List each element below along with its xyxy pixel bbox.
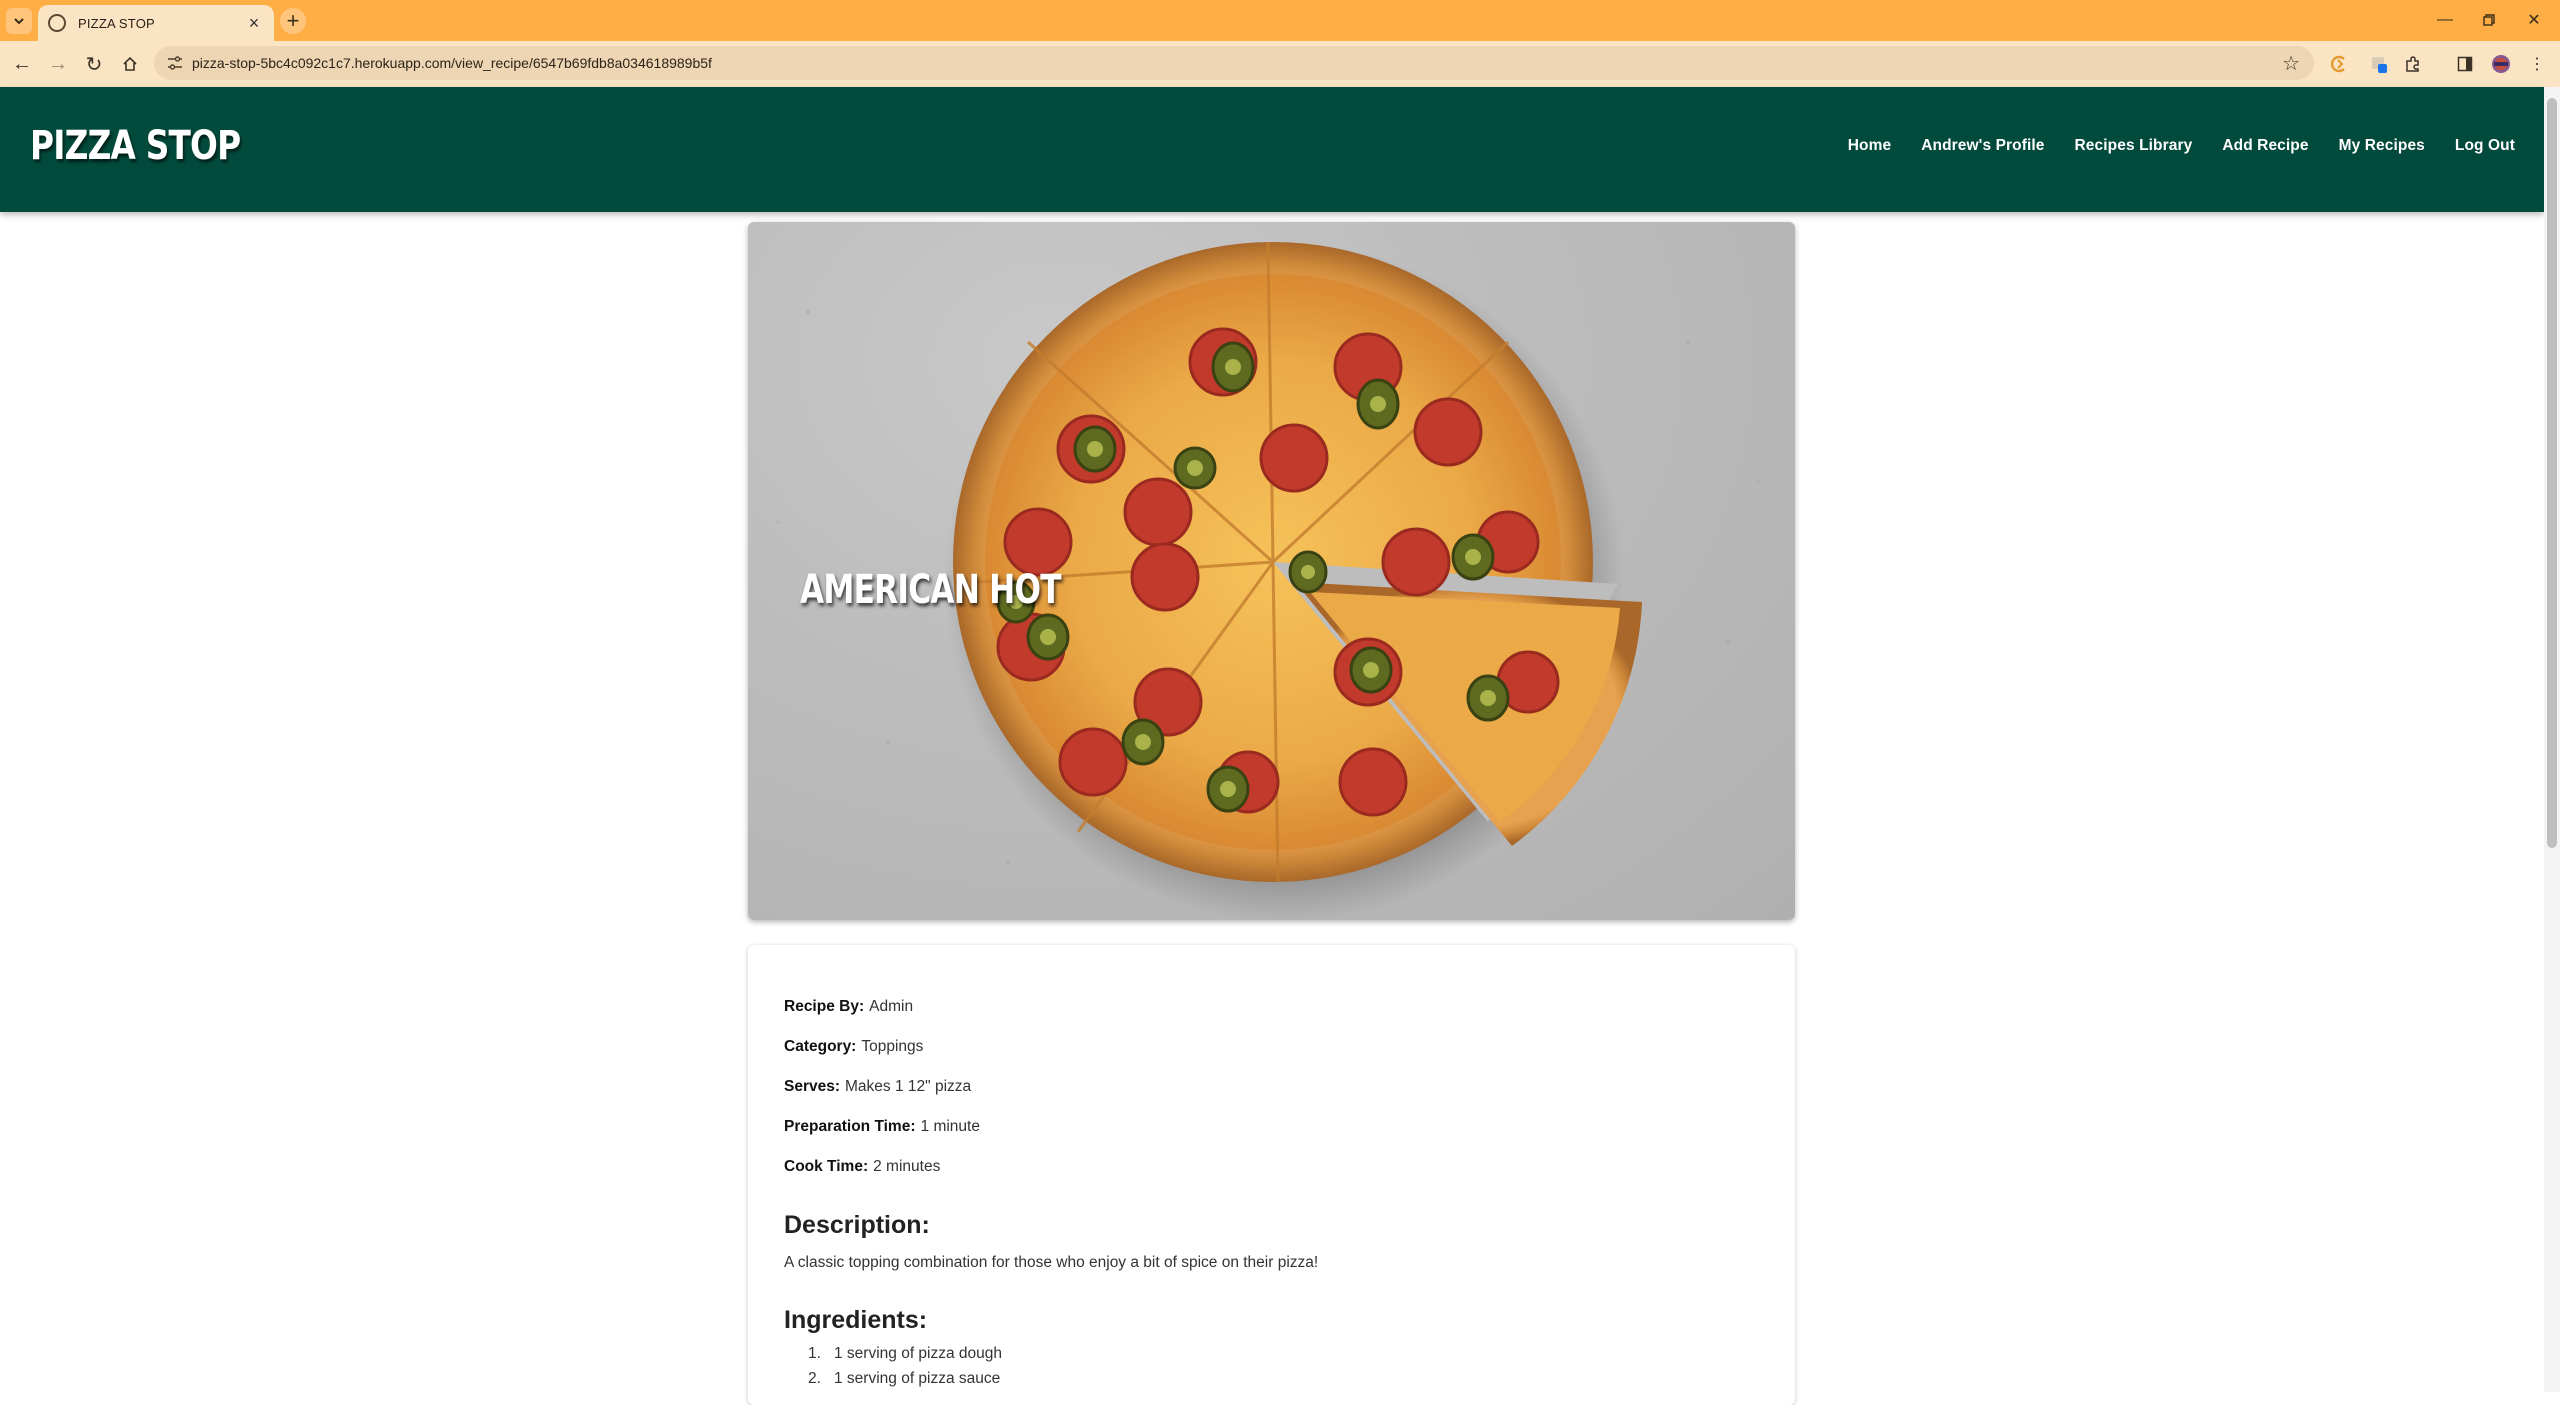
description-heading: Description: xyxy=(784,1211,930,1239)
meta-value: 2 minutes xyxy=(873,1158,941,1175)
meta-value: Toppings xyxy=(861,1038,924,1055)
nav-home[interactable]: Home xyxy=(1833,137,1906,155)
meta-serves: Serves: Makes 1 12" pizza xyxy=(784,1067,1759,1107)
list-item-number: 1. xyxy=(808,1344,821,1362)
bookmark-star-icon[interactable]: ☆ xyxy=(2282,51,2300,76)
profile-avatar[interactable] xyxy=(2490,53,2512,75)
meta-prep-time: Preparation Time: 1 minute xyxy=(784,1107,1759,1147)
meta-label: Cook Time: xyxy=(784,1158,869,1175)
recipe-title: AMERICAN HOT xyxy=(800,567,1061,613)
meta-category: Category: Toppings xyxy=(784,1027,1759,1067)
recipe-hero-card: AMERICAN HOT xyxy=(748,222,1795,920)
minimize-icon[interactable]: — xyxy=(2432,8,2458,32)
meta-value: 1 minute xyxy=(920,1118,980,1135)
ingredients-heading: Ingredients: xyxy=(784,1306,928,1334)
nav-add-recipe[interactable]: Add Recipe xyxy=(2207,137,2323,155)
address-bar[interactable]: pizza-stop-5bc4c092c1c7.herokuapp.com/vi… xyxy=(154,46,2314,80)
nav-log-out[interactable]: Log Out xyxy=(2440,137,2530,155)
globe-icon xyxy=(48,14,66,32)
main-nav: Home Andrew's Profile Recipes Library Ad… xyxy=(1833,137,2530,155)
extension-badge-icon[interactable] xyxy=(2368,53,2390,75)
meta-value: Makes 1 12" pizza xyxy=(845,1078,972,1095)
ingredients-list: 1. 1 serving of pizza dough 2. 1 serving… xyxy=(784,1341,1759,1391)
meta-label: Serves: xyxy=(784,1078,841,1095)
meta-label: Recipe By: xyxy=(784,998,865,1015)
site-brand-logo[interactable]: PIZZA STOP xyxy=(30,123,241,169)
site-navbar: PIZZA STOP Home Andrew's Profile Recipes… xyxy=(0,87,2544,212)
tab-title: PIZZA STOP xyxy=(78,15,155,31)
nav-my-recipes[interactable]: My Recipes xyxy=(2324,137,2440,155)
close-window-icon[interactable]: ✕ xyxy=(2521,8,2547,32)
url-path: /view_recipe/6547b69fdb8a034618989b5f xyxy=(451,55,712,71)
restore-icon[interactable] xyxy=(2476,8,2502,32)
chevron-down-icon xyxy=(14,18,24,25)
meta-label: Preparation Time: xyxy=(784,1118,916,1135)
browser-tab-active[interactable]: PIZZA STOP × xyxy=(38,5,274,41)
site-info-icon[interactable] xyxy=(158,46,192,80)
list-item: 1. 1 serving of pizza dough xyxy=(784,1341,1759,1366)
list-item: 2. 1 serving of pizza sauce xyxy=(784,1366,1759,1391)
extension-c-icon[interactable] xyxy=(2328,53,2350,75)
list-item-text: 1 serving of pizza sauce xyxy=(834,1369,1001,1387)
list-item-text: 1 serving of pizza dough xyxy=(834,1344,1003,1362)
back-arrow-icon[interactable]: ← xyxy=(8,50,36,78)
home-icon[interactable] xyxy=(116,50,144,78)
meta-label: Category: xyxy=(784,1038,857,1055)
recipe-details-card: Recipe By: Admin Category: Toppings Serv… xyxy=(748,945,1795,1405)
new-tab-button[interactable]: + xyxy=(280,8,306,34)
page-scrollbar-thumb[interactable] xyxy=(2547,98,2557,848)
close-tab-icon[interactable]: × xyxy=(244,13,264,33)
meta-value: Admin xyxy=(869,998,914,1015)
list-item-number: 2. xyxy=(808,1369,821,1387)
nav-recipes-library[interactable]: Recipes Library xyxy=(2060,137,2208,155)
meta-cook-time: Cook Time: 2 minutes xyxy=(784,1147,1759,1187)
description-text: A classic topping combination for those … xyxy=(784,1254,1319,1271)
browser-tabstrip: PIZZA STOP × + — ✕ xyxy=(0,0,2560,41)
browser-toolbar: ← → ↻ pizza-stop-5bc4c092c1c7.herokuapp.… xyxy=(0,41,2560,87)
extensions-puzzle-icon[interactable] xyxy=(2402,53,2424,75)
meta-recipe-by: Recipe By: Admin xyxy=(784,987,1759,1027)
nav-profile[interactable]: Andrew's Profile xyxy=(1906,137,2059,155)
browser-menu-icon[interactable]: ⋮ xyxy=(2526,53,2548,75)
url-host: pizza-stop-5bc4c092c1c7.herokuapp.com xyxy=(192,55,452,71)
side-panel-icon[interactable] xyxy=(2454,53,2476,75)
reload-icon[interactable]: ↻ xyxy=(80,50,108,78)
tab-search-button[interactable] xyxy=(6,8,32,34)
forward-arrow-icon[interactable]: → xyxy=(44,50,72,78)
